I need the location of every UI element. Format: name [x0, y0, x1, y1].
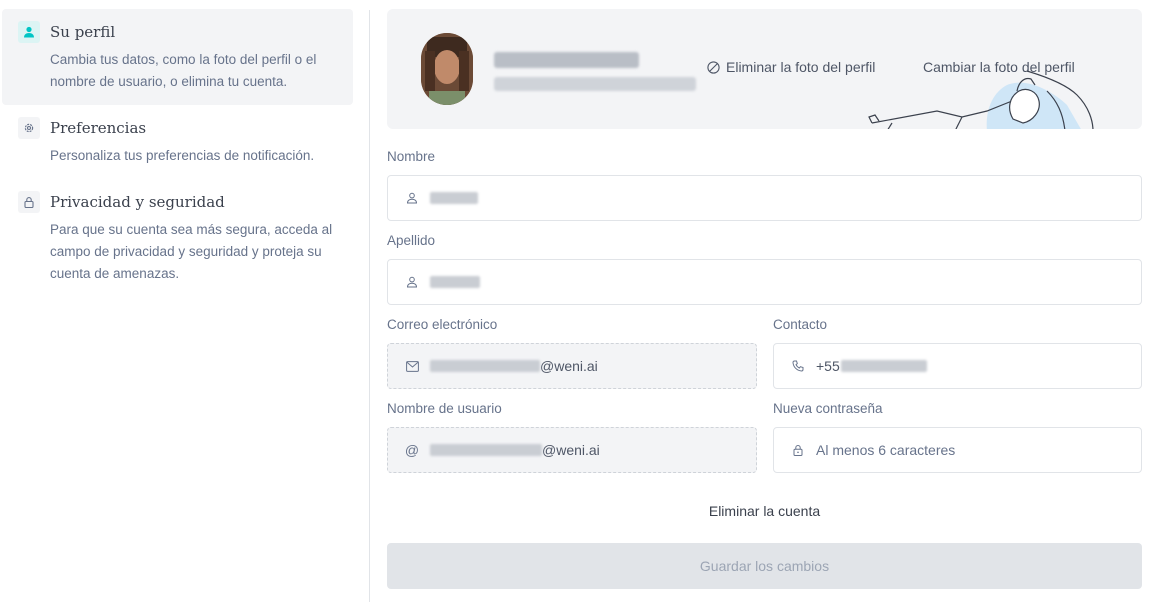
profile-banner: Eliminar la foto del perfil Cambiar la f… — [387, 9, 1142, 129]
relaxing-person-illustration — [868, 71, 1094, 129]
menu-item-title: Preferencias — [50, 119, 147, 137]
menu-item-privacy[interactable]: Privacidad y seguridad Para que su cuent… — [2, 179, 353, 297]
username-suffix: @weni.ai — [542, 442, 600, 458]
menu-item-preferences[interactable]: Preferencias Personaliza tus preferencia… — [2, 105, 353, 179]
name-value-redacted — [430, 192, 478, 204]
menu-item-profile[interactable]: Su perfil Cambia tus datos, como la foto… — [2, 9, 353, 105]
contact-field[interactable]: +55 — [773, 343, 1142, 389]
delete-account-link[interactable]: Eliminar la cuenta — [387, 503, 1142, 519]
save-changes-button[interactable]: Guardar los cambios — [387, 543, 1142, 589]
email-label: Correo electrónico — [387, 317, 498, 332]
menu-item-title: Su perfil — [50, 23, 116, 41]
lastname-label: Apellido — [387, 233, 436, 248]
menu-item-head: Privacidad y seguridad — [18, 191, 337, 213]
phone-icon — [790, 358, 806, 374]
profile-email-redacted — [494, 77, 696, 91]
lastname-field[interactable] — [387, 259, 1142, 305]
contact-label: Contacto — [773, 317, 828, 332]
remove-photo-button[interactable]: Eliminar la foto del perfil — [707, 59, 875, 75]
user-icon — [404, 190, 420, 206]
profile-name-redacted — [494, 52, 639, 68]
user-icon — [404, 274, 420, 290]
menu-item-title: Privacidad y seguridad — [50, 193, 225, 211]
email-value-redacted — [430, 360, 540, 372]
vertical-divider — [369, 10, 370, 602]
menu-item-description: Personaliza tus preferencias de notifica… — [50, 148, 315, 163]
lock-icon — [18, 191, 40, 213]
name-field[interactable] — [387, 175, 1142, 221]
lastname-value-redacted — [430, 276, 480, 288]
remove-photo-label: Eliminar la foto del perfil — [726, 59, 876, 75]
password-field[interactable] — [773, 427, 1142, 473]
email-field: @weni.ai — [387, 343, 757, 389]
settings-menu: Su perfil Cambia tus datos, como la foto… — [0, 0, 370, 602]
menu-item-head: Su perfil — [18, 21, 337, 43]
block-icon — [707, 60, 720, 74]
gear-icon — [18, 117, 40, 139]
email-suffix: @weni.ai — [540, 358, 598, 374]
menu-item-head: Preferencias — [18, 117, 337, 139]
menu-item-description: Cambia tus datos, como la foto del perfi… — [50, 52, 317, 89]
at-icon: @ — [404, 442, 420, 458]
username-value-redacted — [430, 444, 542, 456]
lock-icon — [790, 442, 806, 458]
avatar[interactable] — [421, 33, 473, 105]
password-input[interactable] — [816, 442, 1116, 458]
name-label: Nombre — [387, 149, 436, 164]
mail-icon — [404, 358, 420, 374]
username-field: @ @weni.ai — [387, 427, 757, 473]
password-label: Nueva contraseña — [773, 401, 883, 416]
username-label: Nombre de usuario — [387, 401, 502, 416]
contact-value-redacted — [840, 360, 927, 372]
menu-item-description: Para que su cuenta sea más segura, acced… — [50, 222, 333, 281]
contact-prefix: +55 — [816, 358, 840, 374]
user-icon — [18, 21, 40, 43]
